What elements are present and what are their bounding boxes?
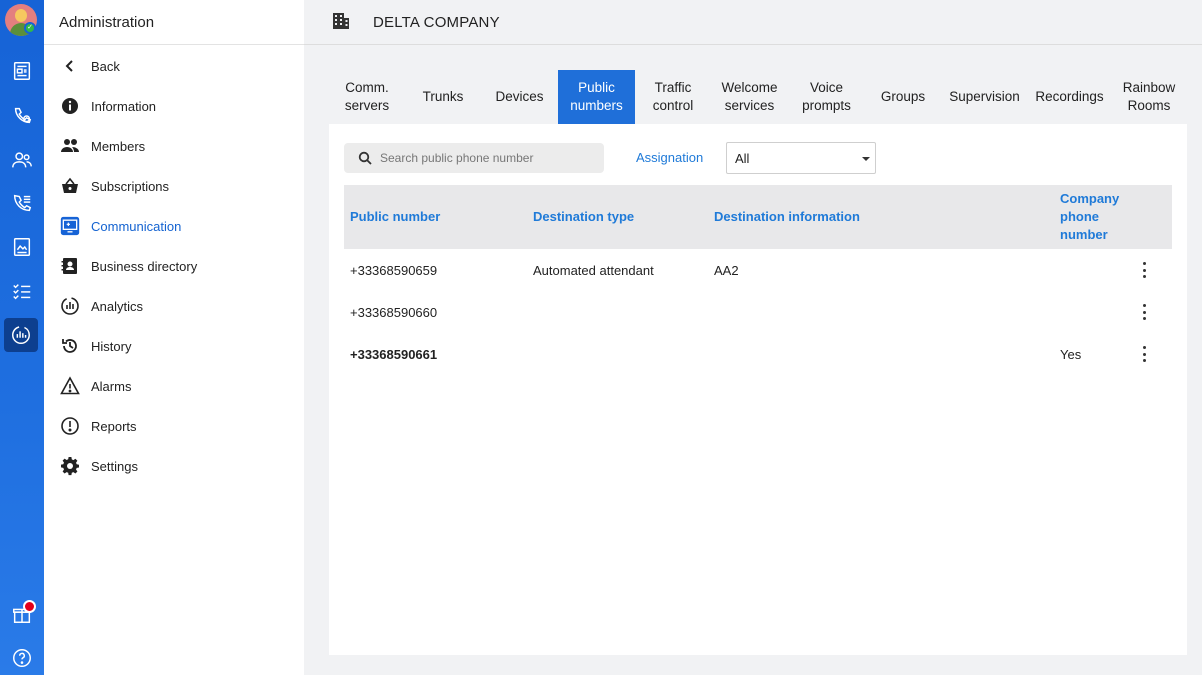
cell-destination-type: Automated attendant bbox=[533, 262, 654, 278]
column-header-destination-information[interactable]: Destination information bbox=[714, 185, 860, 249]
column-header-public-number[interactable]: Public number bbox=[350, 185, 440, 249]
report-icon bbox=[60, 416, 80, 436]
assignation-select[interactable]: All bbox=[726, 142, 876, 174]
cell-public-number: +33368590659 bbox=[350, 262, 438, 278]
history-icon bbox=[60, 336, 80, 356]
menu-item-label: Information bbox=[91, 98, 157, 114]
menu-item-label: History bbox=[91, 338, 132, 354]
column-header-company-phone-number[interactable]: Company phone number bbox=[1060, 185, 1140, 249]
cell-company-phone-number: Yes bbox=[1060, 346, 1082, 362]
caret-down-icon bbox=[862, 157, 870, 161]
public-numbers-table: Public number Destination type Destinati… bbox=[344, 185, 1172, 375]
presence-available-icon: ✓ bbox=[24, 22, 36, 34]
tab-welcome-services[interactable]: Welcome services bbox=[711, 70, 788, 124]
menu-item-members[interactable]: Members bbox=[44, 126, 304, 166]
menu-item-label: Back bbox=[91, 58, 120, 74]
building-icon bbox=[331, 11, 351, 31]
tab-traffic-control[interactable]: Traffic control bbox=[635, 70, 711, 124]
gear-icon bbox=[60, 456, 80, 476]
table-row[interactable]: +33368590659 Automated attendant AA2 bbox=[344, 249, 1172, 291]
company-header: DELTA COMPANY bbox=[304, 0, 1202, 45]
menu-item-analytics[interactable]: Analytics bbox=[44, 286, 304, 326]
cell-public-number: +33368590661 bbox=[350, 346, 438, 362]
menu-item-subscriptions[interactable]: Subscriptions bbox=[44, 166, 304, 206]
menu-item-label: Analytics bbox=[91, 298, 144, 314]
tab-groups[interactable]: Groups bbox=[865, 70, 941, 124]
more-options-icon[interactable] bbox=[1139, 262, 1149, 278]
menu-item-label: Business directory bbox=[91, 258, 198, 274]
cell-destination-information: AA2 bbox=[714, 262, 739, 278]
table-row[interactable]: +33368590660 bbox=[344, 291, 1172, 333]
table-row[interactable]: +33368590661 Yes bbox=[344, 333, 1172, 375]
menu-item-back[interactable]: Back bbox=[44, 46, 304, 86]
search-input[interactable] bbox=[380, 143, 595, 173]
communication-tabs: Comm. servers Trunks Devices Public numb… bbox=[329, 70, 1187, 124]
admin-side-menu: Administration Back Information Members … bbox=[44, 0, 304, 675]
tab-devices[interactable]: Devices bbox=[481, 70, 558, 124]
tab-trunks[interactable]: Trunks bbox=[405, 70, 481, 124]
help-icon[interactable] bbox=[7, 643, 37, 673]
assignation-selected-value: All bbox=[735, 150, 750, 166]
menu-item-settings[interactable]: Settings bbox=[44, 446, 304, 486]
menu-item-alarms[interactable]: Alarms bbox=[44, 366, 304, 406]
news-icon[interactable] bbox=[7, 56, 37, 86]
phone-settings-icon[interactable] bbox=[7, 101, 37, 131]
search-box bbox=[344, 143, 604, 173]
menu-item-communication[interactable]: Communication bbox=[44, 206, 304, 246]
chevron-left-icon bbox=[60, 56, 80, 76]
document-icon[interactable] bbox=[7, 232, 37, 262]
basket-icon bbox=[60, 176, 80, 196]
tab-voice-prompts[interactable]: Voice prompts bbox=[788, 70, 865, 124]
call-log-icon[interactable] bbox=[7, 188, 37, 218]
menu-item-label: Communication bbox=[91, 218, 182, 234]
public-numbers-panel: Comm. servers Trunks Devices Public numb… bbox=[329, 70, 1187, 655]
search-icon bbox=[358, 151, 372, 165]
directory-icon bbox=[60, 256, 80, 276]
table-header: Public number Destination type Destinati… bbox=[344, 185, 1172, 249]
menu-item-information[interactable]: Information bbox=[44, 86, 304, 126]
more-options-icon[interactable] bbox=[1139, 346, 1149, 362]
contacts-icon[interactable] bbox=[7, 145, 37, 175]
menu-item-label: Subscriptions bbox=[91, 178, 170, 194]
menu-item-label: Settings bbox=[91, 458, 138, 474]
warning-icon bbox=[60, 376, 80, 396]
company-name: DELTA COMPANY bbox=[373, 13, 500, 31]
tab-public-numbers[interactable]: Public numbers bbox=[558, 70, 635, 124]
menu-item-history[interactable]: History bbox=[44, 326, 304, 366]
assignation-label: Assignation bbox=[636, 150, 704, 165]
notification-badge bbox=[23, 600, 36, 613]
tab-rainbow-rooms[interactable]: Rainbow Rooms bbox=[1111, 70, 1187, 124]
column-header-destination-type[interactable]: Destination type bbox=[533, 185, 634, 249]
more-options-icon[interactable] bbox=[1139, 304, 1149, 320]
menu-item-label: Reports bbox=[91, 418, 137, 434]
tab-supervision[interactable]: Supervision bbox=[941, 70, 1028, 124]
cell-public-number: +33368590660 bbox=[350, 304, 438, 320]
analytics-icon bbox=[60, 296, 80, 316]
menu-item-label: Alarms bbox=[91, 378, 132, 394]
tab-recordings[interactable]: Recordings bbox=[1028, 70, 1111, 124]
app-rail: ✓ bbox=[0, 0, 44, 675]
menu-item-reports[interactable]: Reports bbox=[44, 406, 304, 446]
menu-item-label: Members bbox=[91, 138, 146, 154]
members-icon bbox=[60, 136, 80, 156]
side-menu-title: Administration bbox=[44, 0, 304, 45]
checklist-icon[interactable] bbox=[7, 276, 37, 306]
communication-icon bbox=[60, 216, 80, 236]
admin-analytics-icon[interactable] bbox=[4, 318, 38, 352]
info-icon bbox=[60, 96, 80, 116]
tab-comm-servers[interactable]: Comm. servers bbox=[329, 70, 405, 124]
menu-item-business-directory[interactable]: Business directory bbox=[44, 246, 304, 286]
